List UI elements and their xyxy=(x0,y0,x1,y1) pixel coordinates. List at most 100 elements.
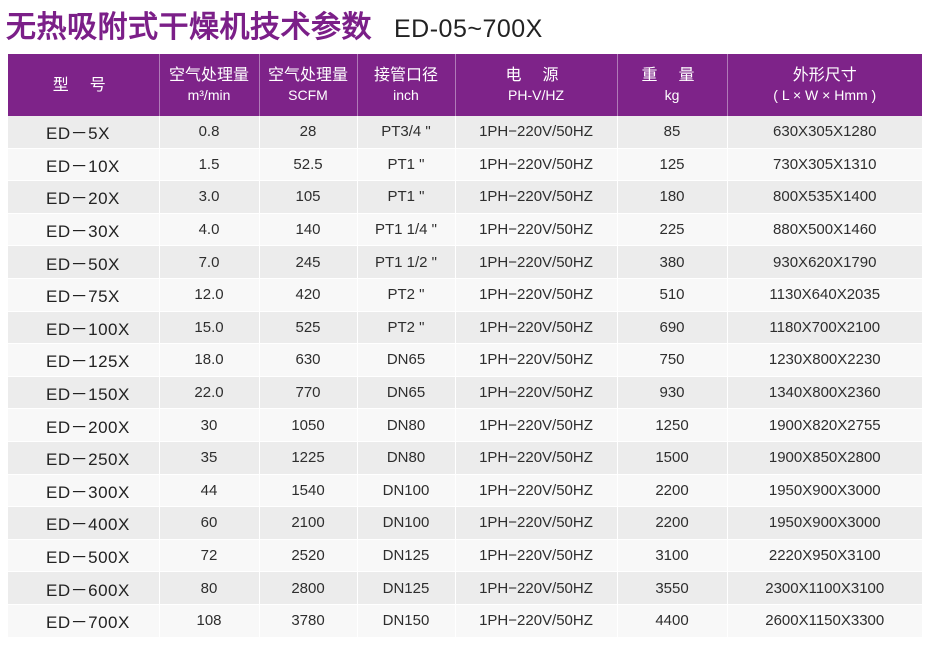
cell-air-flow-m3: 22.0 xyxy=(159,376,260,410)
cell-pipe-size: DN100 xyxy=(357,474,456,508)
cell-weight: 510 xyxy=(617,278,728,312)
header-weight: 重 量 kg xyxy=(617,54,728,116)
cell-dimensions: 1130X640X2035 xyxy=(727,278,922,312)
cell-dimensions: 2600X1150X3300 xyxy=(727,604,922,638)
cell-weight: 2200 xyxy=(617,506,728,540)
cell-weight: 750 xyxy=(617,343,728,377)
cell-model: ED－150X xyxy=(8,376,160,410)
cell-air-flow-m3: 80 xyxy=(159,571,260,605)
cell-air-flow-scfm: 1225 xyxy=(259,441,358,475)
cell-model: ED－75X xyxy=(8,278,160,312)
cell-air-flow-m3: 3.0 xyxy=(159,180,260,214)
cell-power: 1PH−220V/50HZ xyxy=(455,376,618,410)
table-row: ED－30X 4.0 140 PT1 1/4 " 1PH−220V/50HZ 225 880… xyxy=(8,213,922,247)
cell-air-flow-scfm: 245 xyxy=(259,245,358,279)
cell-air-flow-scfm: 1540 xyxy=(259,474,358,508)
cell-air-flow-scfm: 2100 xyxy=(259,506,358,540)
cell-weight: 180 xyxy=(617,180,728,214)
table-row: ED－600X 80 2800 DN125 1PH−220V/50HZ 3550 2300X… xyxy=(8,571,922,605)
cell-power: 1PH−220V/50HZ xyxy=(455,408,618,442)
cell-dimensions: 1900X820X2755 xyxy=(727,408,922,442)
cell-weight: 1500 xyxy=(617,441,728,475)
cell-power: 1PH−220V/50HZ xyxy=(455,116,618,149)
cell-pipe-size: PT2 " xyxy=(357,278,456,312)
cell-power: 1PH−220V/50HZ xyxy=(455,213,618,247)
cell-model: ED－5X xyxy=(8,116,160,149)
cell-model: ED－400X xyxy=(8,506,160,540)
spec-table: 型 号 空气处理量 m³/min 空气处理量 SCFM 接管口径 inch 电 … xyxy=(8,54,922,638)
cell-model: ED－125X xyxy=(8,343,160,377)
cell-model: ED－50X xyxy=(8,245,160,279)
cell-weight: 3550 xyxy=(617,571,728,605)
cell-pipe-size: PT3/4 " xyxy=(357,116,456,149)
cell-pipe-size: PT1 1/2 " xyxy=(357,245,456,279)
cell-air-flow-scfm: 140 xyxy=(259,213,358,247)
table-row: ED－150X 22.0 770 DN65 1PH−220V/50HZ 930 1340X8… xyxy=(8,376,922,410)
cell-power: 1PH−220V/50HZ xyxy=(455,571,618,605)
cell-air-flow-m3: 72 xyxy=(159,539,260,573)
cell-power: 1PH−220V/50HZ xyxy=(455,278,618,312)
cell-model: ED－700X xyxy=(8,604,160,638)
cell-weight: 380 xyxy=(617,245,728,279)
cell-pipe-size: DN100 xyxy=(357,506,456,540)
table-row: ED－5X 0.8 28 PT3/4 " 1PH−220V/50HZ 85 630X305X… xyxy=(8,116,922,149)
cell-pipe-size: PT1 1/4 " xyxy=(357,213,456,247)
cell-weight: 125 xyxy=(617,148,728,182)
cell-pipe-size: PT1 " xyxy=(357,148,456,182)
cell-air-flow-scfm: 2520 xyxy=(259,539,358,573)
header-unit: kg xyxy=(664,87,680,103)
cell-air-flow-scfm: 52.5 xyxy=(259,148,358,182)
title-row: 无热吸附式干燥机技术参数 ED-05~700X xyxy=(6,4,543,48)
cell-air-flow-m3: 60 xyxy=(159,506,260,540)
cell-power: 1PH−220V/50HZ xyxy=(455,148,618,182)
cell-weight: 1250 xyxy=(617,408,728,442)
cell-model: ED－200X xyxy=(8,408,160,442)
cell-pipe-size: DN65 xyxy=(357,343,456,377)
cell-air-flow-scfm: 28 xyxy=(259,116,358,149)
header-label: 型 号 xyxy=(52,75,114,94)
cell-model: ED－20X xyxy=(8,180,160,214)
table-body: ED－5X 0.8 28 PT3/4 " 1PH−220V/50HZ 85 630X305X… xyxy=(8,116,922,638)
cell-power: 1PH−220V/50HZ xyxy=(455,506,618,540)
cell-pipe-size: DN125 xyxy=(357,539,456,573)
header-label: 外形尺寸 xyxy=(792,65,857,84)
cell-power: 1PH−220V/50HZ xyxy=(455,539,618,573)
table-row: ED－250X 35 1225 DN80 1PH−220V/50HZ 1500 1900X8… xyxy=(8,441,922,475)
cell-power: 1PH−220V/50HZ xyxy=(455,245,618,279)
cell-air-flow-scfm: 3780 xyxy=(259,604,358,638)
header-air-flow-scfm: 空气处理量 SCFM xyxy=(259,54,358,116)
cell-power: 1PH−220V/50HZ xyxy=(455,474,618,508)
cell-power: 1PH−220V/50HZ xyxy=(455,343,618,377)
cell-air-flow-scfm: 105 xyxy=(259,180,358,214)
cell-model: ED－600X xyxy=(8,571,160,605)
cell-weight: 3100 xyxy=(617,539,728,573)
header-label: 电 源 xyxy=(505,65,567,84)
table-row: ED－50X 7.0 245 PT1 1/2 " 1PH−220V/50HZ 380 930… xyxy=(8,245,922,279)
cell-power: 1PH−220V/50HZ xyxy=(455,311,618,345)
header-model: 型 号 xyxy=(8,54,160,116)
header-label: 空气处理量 xyxy=(168,65,249,84)
cell-weight: 85 xyxy=(617,116,728,149)
header-unit: ( L × W × Hmm ) xyxy=(773,87,877,103)
header-label: 接管口径 xyxy=(373,65,438,84)
cell-dimensions: 2220X950X3100 xyxy=(727,539,922,573)
cell-air-flow-m3: 4.0 xyxy=(159,213,260,247)
header-label: 空气处理量 xyxy=(267,65,348,84)
cell-dimensions: 930X620X1790 xyxy=(727,245,922,279)
cell-air-flow-scfm: 420 xyxy=(259,278,358,312)
cell-dimensions: 1180X700X2100 xyxy=(727,311,922,345)
cell-weight: 4400 xyxy=(617,604,728,638)
cell-dimensions: 800X535X1400 xyxy=(727,180,922,214)
table-row: ED－200X 30 1050 DN80 1PH−220V/50HZ 1250 1900X8… xyxy=(8,408,922,442)
cell-dimensions: 1950X900X3000 xyxy=(727,474,922,508)
cell-pipe-size: DN80 xyxy=(357,408,456,442)
cell-model: ED－30X xyxy=(8,213,160,247)
cell-pipe-size: DN150 xyxy=(357,604,456,638)
header-pipe-size: 接管口径 inch xyxy=(357,54,456,116)
table-row: ED－125X 18.0 630 DN65 1PH−220V/50HZ 750 1230X8… xyxy=(8,343,922,377)
table-row: ED－100X 15.0 525 PT2 " 1PH−220V/50HZ 690 1180X… xyxy=(8,311,922,345)
cell-model: ED－300X xyxy=(8,474,160,508)
table-row: ED－700X 108 3780 DN150 1PH−220V/50HZ 4400 2600… xyxy=(8,604,922,638)
header-air-flow-m3: 空气处理量 m³/min xyxy=(159,54,260,116)
page-title: 无热吸附式干燥机技术参数 xyxy=(6,10,372,45)
